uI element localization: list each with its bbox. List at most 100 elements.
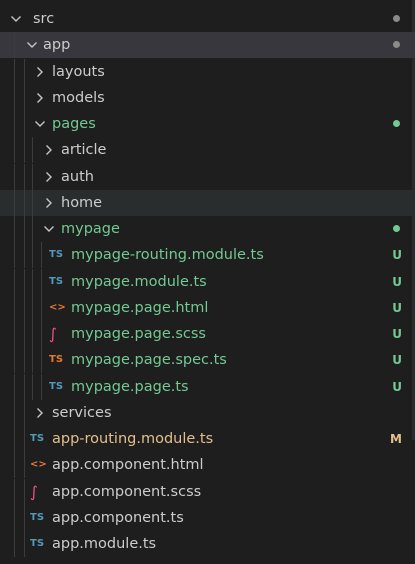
indent-guide — [32, 321, 33, 347]
item-label: mypage.page.scss — [71, 326, 206, 342]
chevron-down-icon[interactable] — [32, 116, 48, 132]
file-app-component-html[interactable]: <> app.component.html — [0, 452, 415, 479]
indent-guide — [14, 84, 15, 111]
indent-guide — [14, 268, 15, 295]
indent-guide — [32, 294, 33, 321]
indent-guide — [14, 426, 15, 452]
typescript-icon: TS — [49, 249, 64, 261]
indent-guide — [14, 504, 15, 531]
file-app-component-scss[interactable]: ∫ app.component.scss — [0, 478, 415, 505]
chevron-right-icon[interactable] — [41, 142, 57, 158]
file-mypage-page-spec-ts[interactable]: TS mypage.page.spec.ts U — [0, 347, 415, 374]
item-label: home — [61, 194, 103, 211]
item-label: app.component.scss — [52, 483, 202, 500]
indent-guide — [14, 452, 15, 479]
typescript-icon: TS — [30, 538, 45, 549]
chevron-down-icon[interactable] — [41, 221, 57, 237]
indent-guide — [14, 294, 15, 321]
indent-guide — [24, 531, 25, 557]
git-status-dot — [393, 41, 400, 49]
file-mypage-routing-module-ts[interactable]: TS mypage-routing.module.ts U — [0, 242, 415, 269]
indent-guide — [41, 321, 42, 347]
item-label: app.component.ts — [52, 509, 184, 526]
folder-auth[interactable]: auth — [0, 163, 415, 190]
typescript-icon: TS — [30, 511, 45, 523]
file-mypage-page-html[interactable]: <> mypage.page.html U — [0, 294, 415, 321]
indent-guide — [24, 163, 25, 190]
indent-guide — [24, 504, 25, 531]
file-mypage-page-ts[interactable]: TS mypage.page.ts U — [0, 373, 415, 400]
indent-guide — [24, 294, 25, 321]
indent-guide — [24, 111, 25, 137]
folder-home[interactable]: home — [0, 189, 415, 216]
item-label: app.component.html — [52, 457, 204, 474]
indent-guide — [14, 32, 15, 59]
indent-guide — [32, 373, 33, 400]
git-status-badge: M — [390, 432, 402, 446]
indent-guide — [32, 189, 33, 216]
indent-guide — [41, 242, 42, 269]
typescript-icon: TS — [30, 433, 45, 444]
indent-guide — [14, 321, 15, 347]
chevron-right-icon[interactable] — [32, 405, 48, 421]
typescript-spec-icon: TS — [49, 354, 64, 366]
folder-app[interactable]: app — [0, 32, 415, 59]
indent-guide — [24, 189, 25, 216]
item-label: app — [43, 37, 71, 54]
file-mypage-page-scss[interactable]: ∫ mypage.page.scss U — [0, 321, 415, 347]
folder-mypage[interactable]: mypage — [0, 216, 415, 242]
folder-models[interactable]: models — [0, 84, 415, 111]
indent-guide — [24, 321, 25, 347]
chevron-right-icon[interactable] — [32, 90, 48, 106]
folder-pages[interactable]: pages — [0, 111, 415, 137]
indent-guide — [14, 163, 15, 190]
folder-article[interactable]: article — [0, 137, 415, 164]
indent-guide — [32, 216, 33, 242]
indent-guide — [32, 268, 33, 295]
indent-guide — [32, 242, 33, 269]
item-label: app.module.ts — [52, 536, 157, 552]
indent-guide — [14, 347, 15, 374]
chevron-down-icon[interactable] — [24, 37, 40, 53]
indent-guide — [24, 58, 25, 85]
file-app-module-ts[interactable]: TS app.module.ts — [0, 531, 415, 557]
file-app-component-ts[interactable]: TS app.component.ts — [0, 504, 415, 531]
item-label: layouts — [52, 63, 105, 80]
sass-icon: ∫ — [30, 482, 38, 501]
indent-guide — [32, 163, 33, 190]
chevron-right-icon[interactable] — [41, 169, 57, 185]
indent-guide — [24, 478, 25, 505]
item-label: mypage.page.ts — [71, 378, 189, 395]
item-label: mypage — [61, 221, 120, 237]
indent-guide — [14, 111, 15, 137]
folder-services[interactable]: services — [0, 399, 415, 426]
git-status-dot — [393, 15, 400, 22]
indent-guide — [14, 531, 15, 557]
indent-guide — [41, 373, 42, 400]
file-app-routing-module-ts[interactable]: TS app-routing.module.ts M — [0, 426, 415, 452]
folder-layouts[interactable]: layouts — [0, 58, 415, 85]
item-label: services — [52, 404, 112, 421]
indent-guide — [14, 478, 15, 505]
typescript-icon: TS — [49, 380, 64, 392]
chevron-right-icon[interactable] — [41, 195, 57, 211]
indent-guide — [14, 137, 15, 164]
git-status-badge: U — [392, 353, 402, 368]
item-label: app-routing.module.ts — [52, 431, 214, 447]
indent-guide — [24, 399, 25, 426]
git-status-badge: U — [392, 379, 402, 394]
indent-guide — [14, 189, 15, 216]
indent-guide — [14, 399, 15, 426]
indent-guide — [24, 268, 25, 295]
chevron-down-icon[interactable] — [8, 11, 24, 27]
sass-icon: ∫ — [49, 325, 57, 343]
file-explorer-tree: src app layouts models pages article auth home m… — [0, 0, 415, 564]
item-label: auth — [61, 168, 94, 185]
file-mypage-module-ts[interactable]: TS mypage.module.ts U — [0, 268, 415, 295]
chevron-right-icon[interactable] — [32, 64, 48, 80]
indent-guide — [32, 137, 33, 164]
git-status-dot — [393, 225, 400, 232]
indent-guide — [24, 452, 25, 479]
indent-guide — [41, 268, 42, 295]
folder-src[interactable]: src — [0, 6, 415, 32]
